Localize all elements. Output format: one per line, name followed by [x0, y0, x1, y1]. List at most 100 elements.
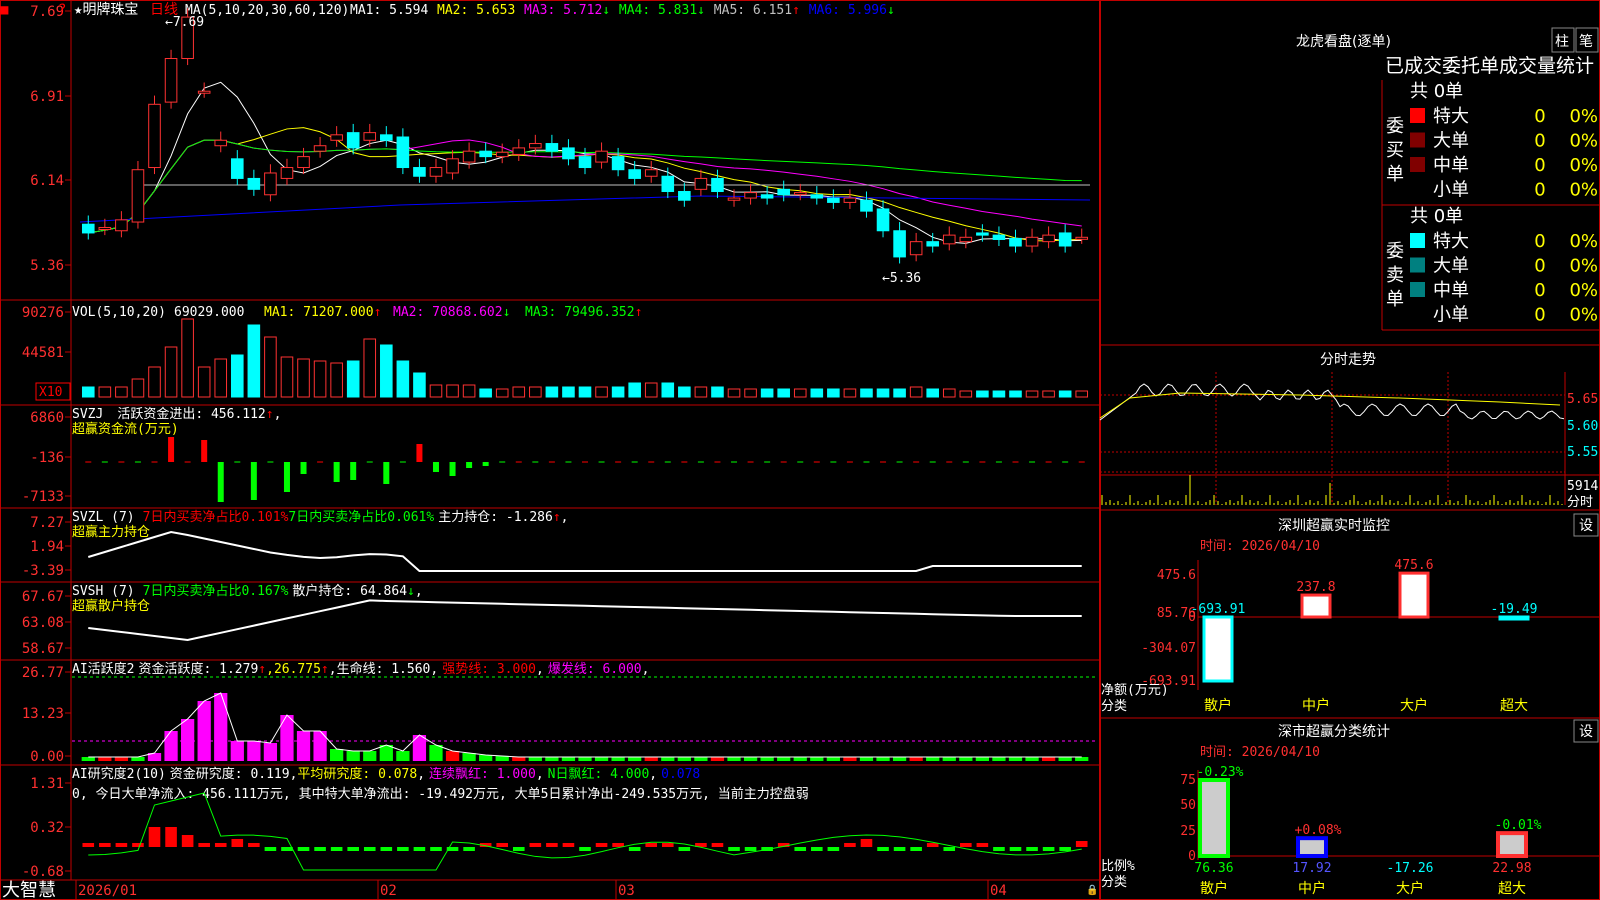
ai-research-bar — [264, 847, 277, 851]
svg-text:设: 设 — [1579, 724, 1593, 740]
sell-row-pct: 0% — [1569, 256, 1598, 277]
ai-research-bar — [744, 847, 757, 851]
svzj-y-tick: 6860 — [30, 410, 64, 426]
candle-body — [694, 177, 708, 190]
sz-monitor-bar — [1202, 615, 1234, 683]
ai-active-bar — [479, 755, 493, 761]
ai-active-bar — [926, 757, 940, 761]
volume-bar — [297, 358, 310, 398]
ai-active-bar — [1075, 757, 1089, 761]
ai-research-bar — [198, 843, 210, 847]
ai-active-bar — [396, 751, 410, 761]
candle-body — [346, 132, 360, 149]
vol-ma2: MA2: 70868.602↓ — [393, 305, 510, 320]
candle-body — [611, 156, 625, 171]
volume-bar — [1042, 390, 1055, 398]
candle-body — [446, 158, 459, 174]
ai-active-bar — [694, 757, 708, 761]
ai-research-bar — [165, 827, 177, 847]
candle-body — [115, 219, 128, 232]
ai-active-bar — [594, 757, 609, 761]
sz-class-settings-button[interactable]: 设 — [1573, 719, 1599, 743]
volume-bar — [793, 388, 807, 398]
ai-research-bar — [811, 847, 823, 851]
ai-active-bar — [545, 757, 559, 761]
sell-swatch — [1410, 233, 1425, 248]
sell-row-pct: 0% — [1569, 305, 1598, 326]
ai-active-bar — [793, 757, 807, 761]
sell-row-pct: 0% — [1569, 231, 1598, 252]
ai-research-header: AI研究度2(10) 资金研究度: 0.119,平均研究度: 0.078, 连续飘红… — [72, 766, 700, 782]
ai-research-bar — [380, 847, 393, 851]
sz-class-bar — [1296, 836, 1328, 859]
ai-active-bar — [296, 731, 311, 761]
volume-bar — [545, 386, 559, 398]
sz-monitor-bar-label: 475.6 — [1394, 558, 1433, 573]
ai-active-bar — [661, 757, 675, 761]
sell-row-count: 0 — [1534, 305, 1545, 326]
sz-monitor-category: 大户 — [1400, 697, 1428, 714]
ai-research-y-tick: 0.32 — [30, 820, 64, 836]
candle-body — [827, 197, 840, 203]
sz-class-time: 时间: 2026/04/10 — [1200, 745, 1320, 760]
ai-active-bar — [81, 757, 95, 761]
candle-body — [330, 134, 343, 141]
candle-body — [413, 167, 426, 177]
ai-active-bar — [876, 757, 890, 761]
svsh-subtitle: 超赢散户持仓 — [72, 598, 150, 614]
intraday-price-tick: 5.60 — [1567, 419, 1598, 434]
volume-bar — [843, 388, 857, 398]
ai-active-bar — [346, 751, 360, 761]
main-y-tick: 5.36 — [30, 258, 64, 274]
volume-bar — [380, 344, 393, 398]
main-y-tick: 6.14 — [30, 173, 64, 189]
zhu-button[interactable]: 柱 — [1551, 27, 1575, 53]
ai-active-bar — [777, 757, 791, 761]
candle-body — [860, 199, 873, 212]
sz-monitor-bar-label: 237.8 — [1296, 580, 1335, 595]
volume-bar — [661, 382, 675, 398]
svzj-bar — [217, 462, 224, 502]
stats-title: 已成交委托单成交量统计 — [1385, 55, 1594, 77]
ai-active-bar — [611, 757, 625, 761]
ai-research-bar — [463, 847, 475, 851]
main-y-tick: 6.91 — [30, 89, 64, 105]
svzj-bar — [466, 462, 473, 468]
settings-mark-icon[interactable]: ■ — [0, 2, 9, 18]
candle-body — [131, 169, 145, 223]
lock-icon[interactable]: 🔒 — [1086, 884, 1098, 896]
buy-row-pct: 0% — [1569, 155, 1598, 176]
ai-active-bar — [462, 753, 476, 761]
sell-row-name: 中单 — [1433, 280, 1469, 301]
ai-active-bar — [677, 757, 691, 761]
svzj-bar — [449, 462, 456, 476]
vol-unit: X10 — [39, 385, 62, 400]
x-axis-label: 03 — [618, 883, 635, 899]
candle-body — [512, 147, 526, 155]
ai-active-bar — [1008, 757, 1023, 761]
intraday-price-tick: 5.65 — [1567, 392, 1598, 407]
ai-research-line — [88, 792, 1082, 871]
sz-monitor-settings-button[interactable]: 设 — [1573, 513, 1599, 537]
candle-body — [164, 58, 178, 103]
ai-research-bar — [281, 847, 293, 851]
buy-total: 共 0单 — [1410, 81, 1463, 102]
ai-research-bar — [413, 847, 426, 851]
ai-research-bar — [181, 835, 194, 847]
ai-research-bar — [993, 847, 1005, 851]
sz-class-bar-value: 22.98 — [1492, 861, 1531, 876]
ai-active-bar — [909, 757, 923, 761]
candle-body — [578, 156, 592, 169]
volume-bar — [197, 366, 211, 398]
bi-button[interactable]: 笔 — [1575, 27, 1599, 53]
sz-monitor-y-tick: -304.07 — [1141, 641, 1196, 656]
x-axis-label: 04 — [990, 883, 1007, 899]
sz-monitor-y-tick: 475.6 — [1157, 568, 1196, 583]
svzl-y-tick: 7.27 — [30, 515, 64, 531]
ai-active-bar — [859, 757, 874, 761]
sz-monitor-category: 中户 — [1302, 697, 1330, 714]
sz-class-bar-value: 17.92 — [1292, 861, 1331, 876]
buy-group-label: 单 — [1386, 164, 1404, 185]
sz-monitor-category: 超大 — [1500, 698, 1528, 714]
sell-row-name: 特大 — [1433, 231, 1469, 252]
